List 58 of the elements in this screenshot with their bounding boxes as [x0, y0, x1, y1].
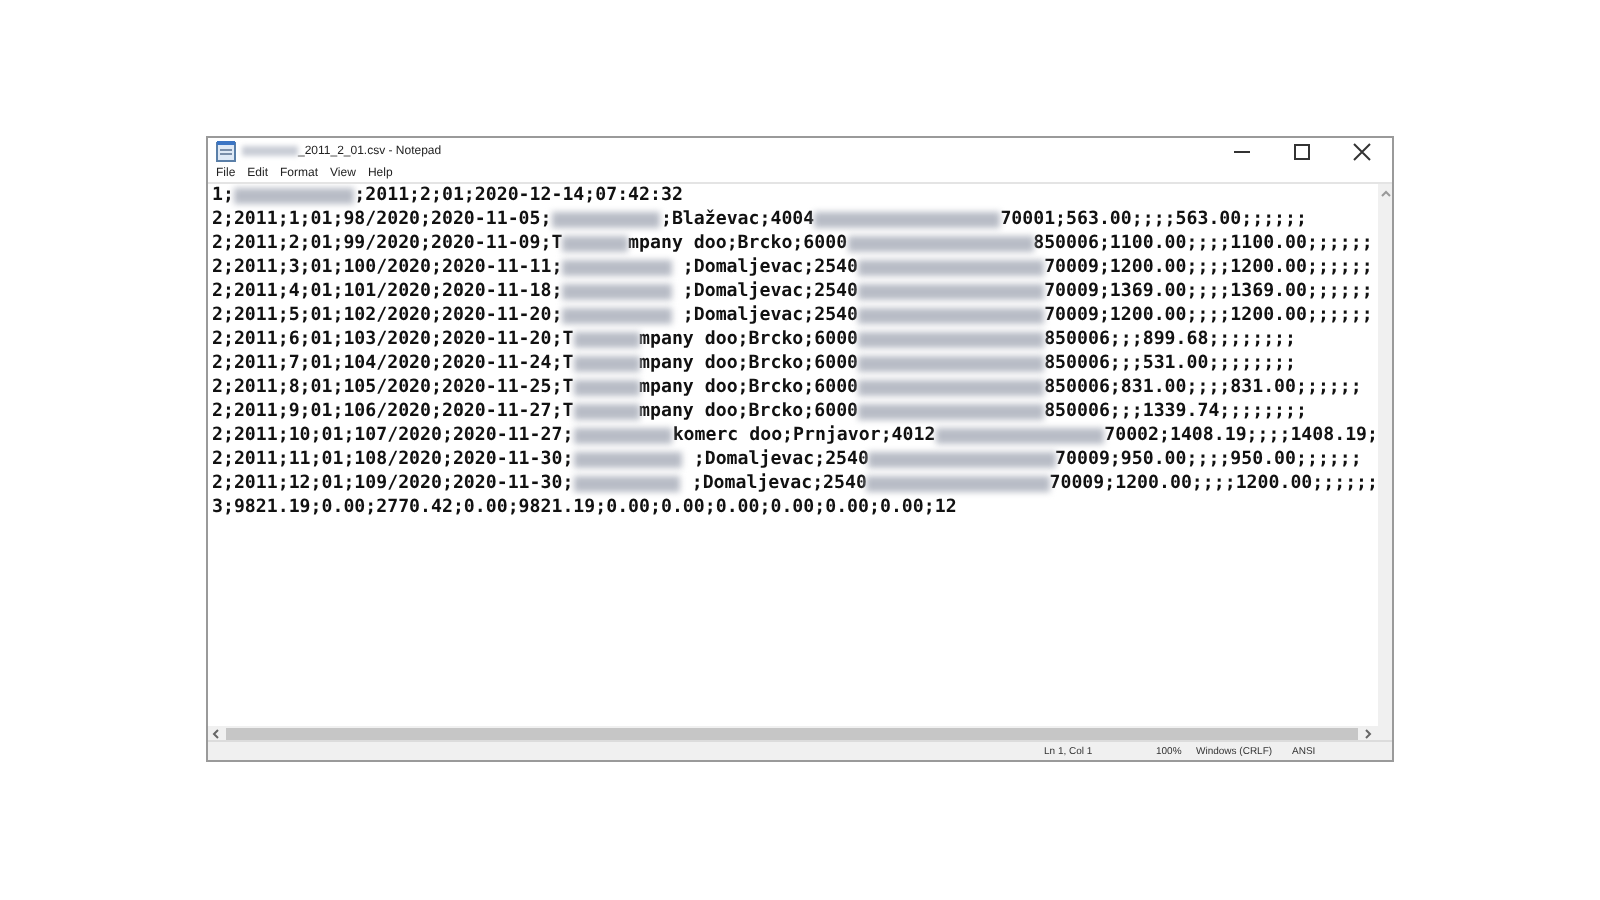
blurred-text — [573, 476, 681, 492]
csv-text: mpany doo;Brcko;6000 — [639, 328, 859, 352]
csv-text: 850006;;;531.00;;;;;;;; — [1044, 352, 1297, 376]
csv-text: mpany doo;Brcko;6000 — [639, 376, 859, 400]
blurred-text — [573, 404, 640, 420]
csv-text: ;2011;2;01;2020-12-14;07:42:32 — [354, 184, 683, 208]
csv-text: 2;2011;9;01;106/2020;2020-11-27;T — [212, 400, 574, 424]
csv-text: 70001;563.00;;;;563.00;;;;;; — [1000, 208, 1307, 232]
csv-text: 70009;1200.00;;;;1200.00;;;;;; — [1044, 256, 1373, 280]
blurred-text — [573, 452, 683, 468]
csv-text: 2;2011;5;01;102/2020;2020-11-20; — [212, 304, 563, 328]
csv-text: 850006;1100.00;;;;1100.00;;;;;; — [1033, 232, 1373, 256]
csv-text: 70009;1369.00;;;;1369.00;;;;;; — [1044, 280, 1373, 304]
csv-text: 2;2011;12;01;109/2020;2020-11-30; — [212, 472, 574, 496]
csv-text: 70009;1200.00;;;;1200.00;;;;;; — [1049, 472, 1378, 496]
blurred-text — [562, 284, 672, 300]
csv-text: 3;9821.19;0.00;2770.42;0.00;9821.19;0.00;0.00;0.00;0.00;0.00;0.00;12 — [212, 496, 957, 520]
blurred-text — [573, 380, 640, 396]
notepad-icon — [216, 140, 236, 162]
csv-text: ;Domaljevac;2540 — [680, 280, 859, 304]
csv-text: 1; — [212, 184, 234, 208]
csv-text: ;Domaljevac;2540 — [680, 304, 859, 328]
blurred-text — [573, 356, 640, 372]
blurred-text — [233, 188, 355, 204]
scrollbar-thumb[interactable] — [226, 727, 1358, 739]
blurred-text — [562, 236, 629, 252]
scroll-right-icon[interactable] — [1362, 727, 1374, 739]
csv-text: ;Blaževac;4004 — [660, 208, 815, 232]
csv-text: ;Domaljevac;2540 — [689, 472, 867, 496]
csv-text: 850006;;;1339.74;;;;;;;; — [1044, 400, 1307, 424]
csv-text: 850006;831.00;;;;831.00;;;;;; — [1044, 376, 1362, 400]
csv-text: 2;2011;1;01;98/2020;2020-11-05; — [212, 208, 552, 232]
csv-text: mpany doo;Brcko;6000 — [639, 400, 859, 424]
csv-text: komerc doo;Prnjavor;4012 — [672, 424, 936, 448]
csv-text: 70009;950.00;;;;950.00;;;;;; — [1055, 448, 1362, 472]
scroll-left-icon[interactable] — [210, 727, 222, 739]
csv-text: 2;2011;2;01;99/2020;2020-11-09;T — [212, 232, 563, 256]
csv-text: 2;2011;7;01;104/2020;2020-11-24;T — [212, 352, 574, 376]
csv-text: 2;2011;4;01;101/2020;2020-11-18; — [212, 280, 563, 304]
csv-text: 2;2011;8;01;105/2020;2020-11-25;T — [212, 376, 574, 400]
csv-text: 850006;;;899.68;;;;;;;; — [1044, 328, 1297, 352]
blurred-text — [551, 212, 661, 228]
csv-text: mpany doo;Brcko;6000 — [628, 232, 848, 256]
csv-text: 70002;1408.19;;;;1408.19; — [1104, 424, 1378, 448]
csv-text: 2;2011;6;01;103/2020;2020-11-20;T — [212, 328, 574, 352]
horizontal-scrollbar[interactable] — [208, 726, 1392, 740]
csv-text: 70009;1200.00;;;;1200.00;;;;;; — [1044, 304, 1373, 328]
csv-text: 2;2011;10;01;107/2020;2020-11-27; — [212, 424, 574, 448]
csv-text: mpany doo;Brcko;6000 — [639, 352, 859, 376]
csv-text: 2;2011;11;01;108/2020;2020-11-30; — [212, 448, 574, 472]
blurred-text — [562, 308, 672, 324]
csv-text: ;Domaljevac;2540 — [691, 448, 869, 472]
blurred-text — [562, 260, 672, 276]
vertical-scrollbar[interactable] — [1378, 184, 1392, 726]
csv-text: ;Domaljevac;2540 — [680, 256, 859, 280]
csv-text: 2;2011;3;01;100/2020;2020-11-11; — [212, 256, 563, 280]
blurred-text — [573, 332, 640, 348]
blurred-text — [573, 428, 673, 444]
